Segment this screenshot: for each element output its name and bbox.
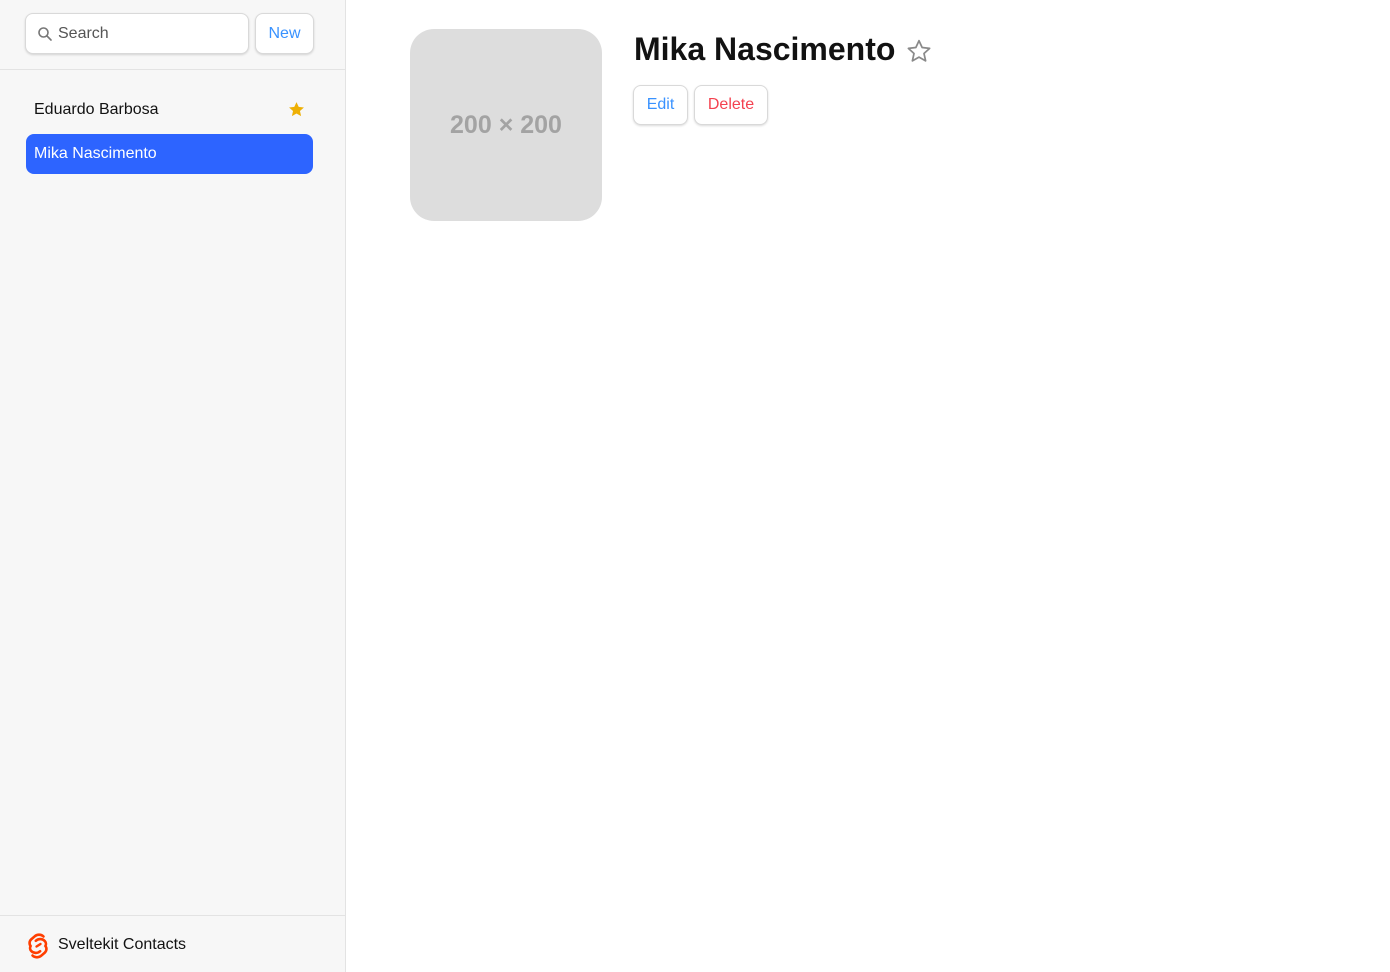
favorite-toggle-button[interactable] bbox=[906, 38, 932, 64]
sidebar-header: New bbox=[0, 0, 345, 70]
sidebar: New Eduardo Barbosa Mika Nascimento Svel… bbox=[0, 0, 346, 972]
app-brand-name: Sveltekit Contacts bbox=[58, 936, 187, 953]
star-filled-icon bbox=[289, 102, 304, 117]
search-icon bbox=[38, 27, 52, 41]
contact-item-eduardo-barbosa[interactable]: Eduardo Barbosa bbox=[26, 90, 313, 130]
search-box[interactable] bbox=[25, 13, 249, 54]
contact-item-label: Mika Nascimento bbox=[34, 145, 157, 162]
contact-avatar-placeholder: 200 × 200 bbox=[410, 29, 602, 221]
avatar-placeholder-text: 200 × 200 bbox=[450, 110, 562, 139]
sidebar-footer: Sveltekit Contacts bbox=[0, 915, 345, 972]
svelte-logo-icon bbox=[28, 933, 48, 959]
contact-name-heading: Mika Nascimento bbox=[634, 31, 896, 67]
contact-item-mika-nascimento[interactable]: Mika Nascimento bbox=[26, 134, 313, 174]
contact-item-label: Eduardo Barbosa bbox=[34, 101, 159, 118]
new-contact-button[interactable]: New bbox=[255, 13, 314, 54]
edit-button[interactable]: Edit bbox=[633, 85, 688, 125]
delete-button[interactable]: Delete bbox=[694, 85, 768, 125]
star-outline-icon bbox=[907, 39, 931, 62]
search-input[interactable] bbox=[58, 14, 244, 53]
